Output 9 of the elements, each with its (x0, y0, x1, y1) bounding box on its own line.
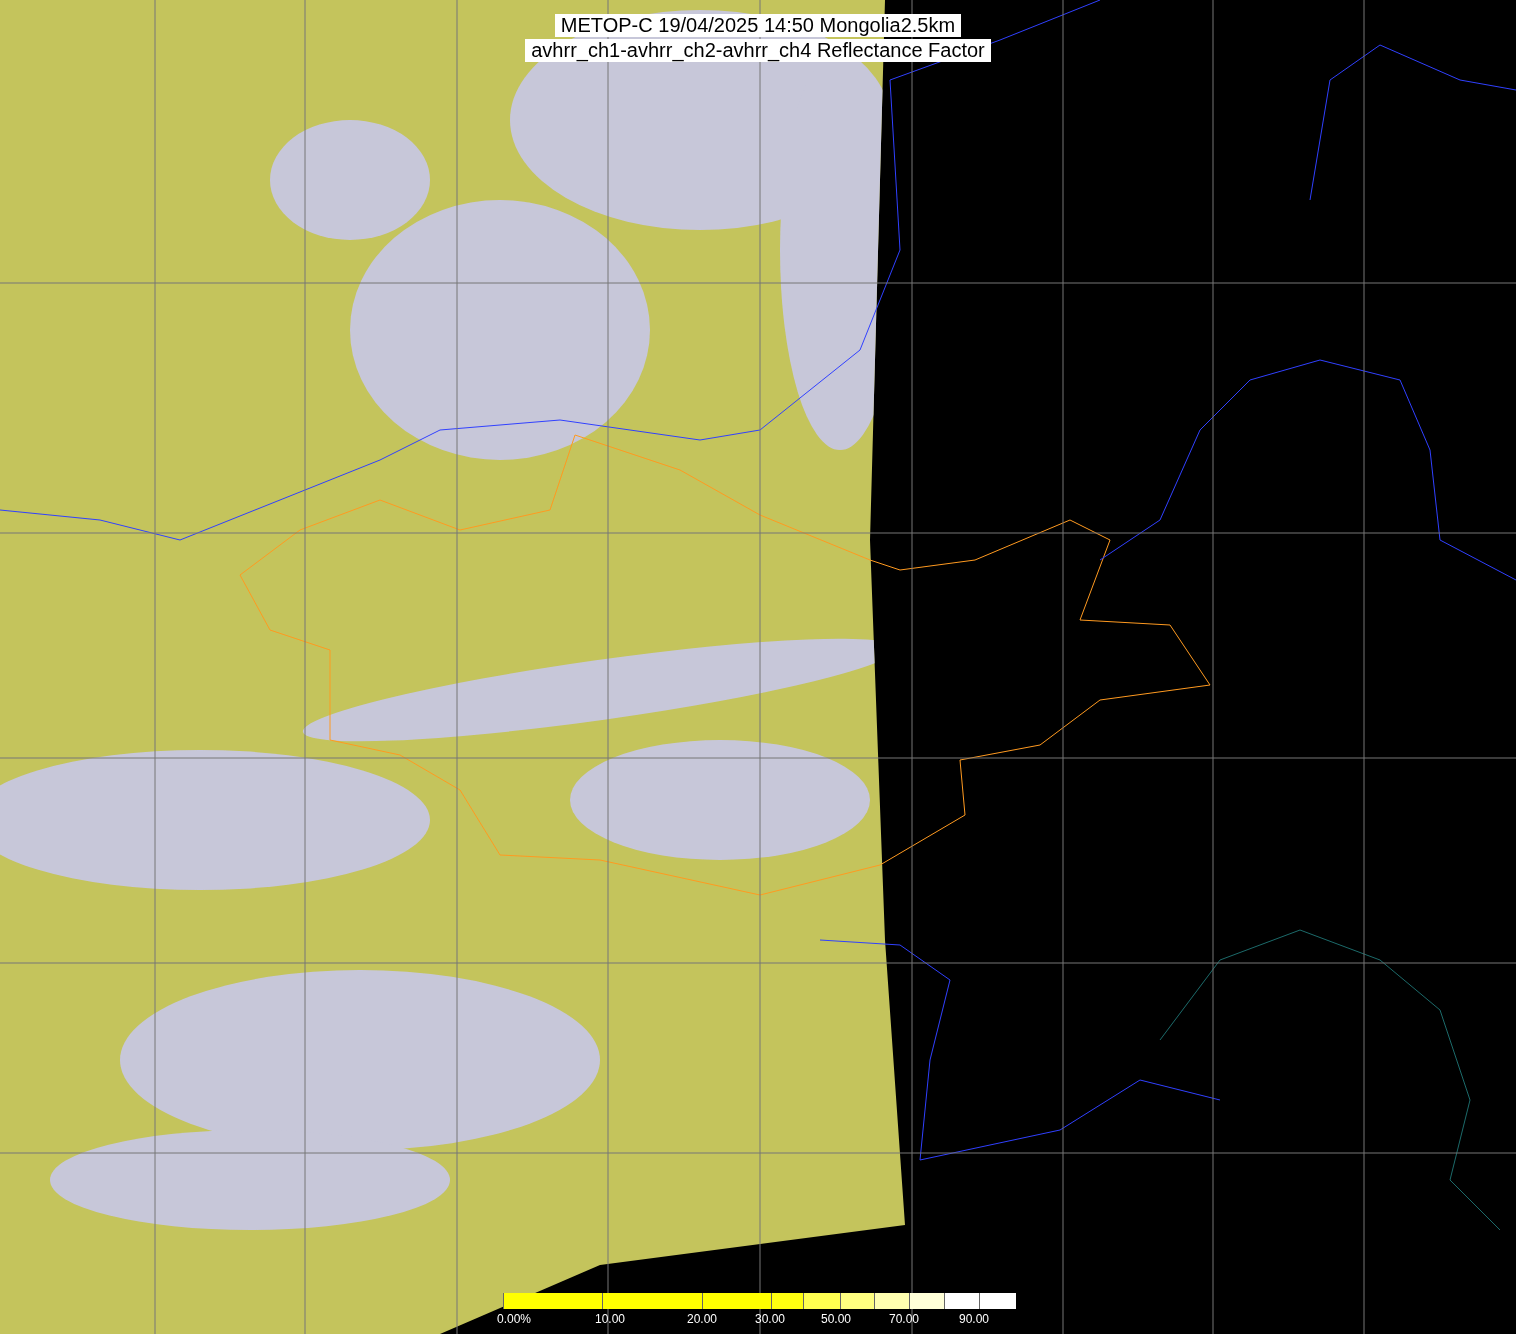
colorbar-tick-label: 70.00 (889, 1312, 920, 1326)
map-title: METOP-C 19/04/2025 14:50 Mongolia2.5km (554, 14, 962, 37)
map-title: avhrr_ch1-avhrr_ch2-avhrr_ch4 Reflectance Factor (525, 39, 991, 62)
colorbar-tick-label: 10.00 (595, 1312, 626, 1326)
colorbar-tick-label: 90.00 (959, 1312, 990, 1326)
colorbar-tick-label: 0.00% (497, 1312, 532, 1326)
colorbar-tick-label: 20.00 (687, 1312, 718, 1326)
colorbar-tick-label: 30.00 (755, 1312, 786, 1326)
colorbar-tick-label: 50.00 (821, 1312, 852, 1326)
